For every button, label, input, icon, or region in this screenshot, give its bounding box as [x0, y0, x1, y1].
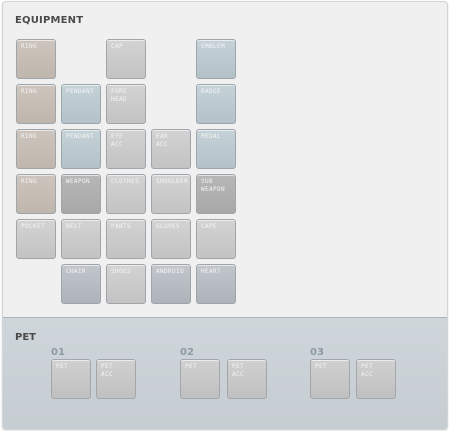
slot-ring-4[interactable]: RING — [16, 174, 56, 214]
slot-shoes[interactable]: SHOES — [106, 264, 146, 304]
pet-panel: PET 01 PET PET ACC 02 PET PET ACC 03 PET… — [3, 317, 447, 429]
pet-number-3: 03 — [310, 347, 324, 358]
slot-label: CLOTHES — [111, 178, 140, 185]
slot-label: GLOVES — [156, 223, 181, 230]
slot-emblem[interactable]: EMBLEM — [196, 39, 236, 79]
slot-medal[interactable]: MEDAL — [196, 129, 236, 169]
slot-label: ANDROID — [156, 268, 185, 275]
slot-label: PANTS — [111, 223, 132, 230]
slot-ring-2[interactable]: RING — [16, 84, 56, 124]
slot-label: PET — [315, 363, 328, 370]
slot-label: HEART — [201, 268, 222, 275]
slot-weapon[interactable]: WEAPON — [61, 174, 101, 214]
slot-label: CHAIR — [66, 268, 87, 275]
slot-label: RING — [21, 133, 38, 140]
slot-label: RING — [21, 178, 38, 185]
slot-label: PET ACC — [232, 363, 245, 378]
slot-sub-weapon[interactable]: SUB WEAPON — [196, 174, 236, 214]
pet-number-2: 02 — [180, 347, 194, 358]
slot-cape[interactable]: CAPE — [196, 219, 236, 259]
slot-forehead[interactable]: FORE HEAD — [106, 84, 146, 124]
slot-label: WEAPON — [66, 178, 91, 185]
slot-android[interactable]: ANDROID — [151, 264, 191, 304]
slot-ring-3[interactable]: RING — [16, 129, 56, 169]
slot-eye-acc[interactable]: EYE ACC — [106, 129, 146, 169]
slot-label: CAP — [111, 43, 124, 50]
slot-label: EYE ACC — [111, 133, 124, 148]
slot-label: PENDANT — [66, 133, 95, 140]
pet-title: PET — [15, 332, 36, 343]
slot-ear-acc[interactable]: EAR ACC — [151, 129, 191, 169]
slot-pants[interactable]: PANTS — [106, 219, 146, 259]
slot-label: FORE HEAD — [111, 88, 128, 103]
slot-label: MEDAL — [201, 133, 222, 140]
slot-pet-2[interactable]: PET — [180, 359, 220, 399]
slot-pet-acc-1[interactable]: PET ACC — [96, 359, 136, 399]
slot-pet-acc-3[interactable]: PET ACC — [356, 359, 396, 399]
slot-label: POCKET — [21, 223, 46, 230]
slot-gloves[interactable]: GLOVES — [151, 219, 191, 259]
slot-chair[interactable]: CHAIR — [61, 264, 101, 304]
slot-pet-acc-2[interactable]: PET ACC — [227, 359, 267, 399]
slot-label: SHOULDER — [156, 178, 189, 185]
slot-label: BELT — [66, 223, 83, 230]
slot-label: RING — [21, 43, 38, 50]
slot-ring-1[interactable]: RING — [16, 39, 56, 79]
slot-pocket[interactable]: POCKET — [16, 219, 56, 259]
slot-label: SHOES — [111, 268, 132, 275]
equipment-title: EQUIPMENT — [15, 15, 84, 26]
slot-label: BADGE — [201, 88, 222, 95]
slot-label: EAR ACC — [156, 133, 169, 148]
slot-label: PET — [56, 363, 69, 370]
slot-label: RING — [21, 88, 38, 95]
slot-label: PET ACC — [101, 363, 114, 378]
slot-belt[interactable]: BELT — [61, 219, 101, 259]
equipment-window: EQUIPMENT RING CAP EMBLEM RING PENDANT F… — [2, 1, 448, 430]
slot-clothes[interactable]: CLOTHES — [106, 174, 146, 214]
slot-label: PET — [185, 363, 198, 370]
slot-label: PENDANT — [66, 88, 95, 95]
slot-heart[interactable]: HEART — [196, 264, 236, 304]
slot-shoulder[interactable]: SHOULDER — [151, 174, 191, 214]
slot-badge[interactable]: BADGE — [196, 84, 236, 124]
slot-label: SUB WEAPON — [201, 178, 226, 193]
slot-cap[interactable]: CAP — [106, 39, 146, 79]
slot-pet-3[interactable]: PET — [310, 359, 350, 399]
pet-number-1: 01 — [51, 347, 65, 358]
slot-label: EMBLEM — [201, 43, 226, 50]
slot-label: PET ACC — [361, 363, 374, 378]
slot-pet-1[interactable]: PET — [51, 359, 91, 399]
slot-pendant-2[interactable]: PENDANT — [61, 129, 101, 169]
slot-pendant-1[interactable]: PENDANT — [61, 84, 101, 124]
slot-label: CAPE — [201, 223, 218, 230]
